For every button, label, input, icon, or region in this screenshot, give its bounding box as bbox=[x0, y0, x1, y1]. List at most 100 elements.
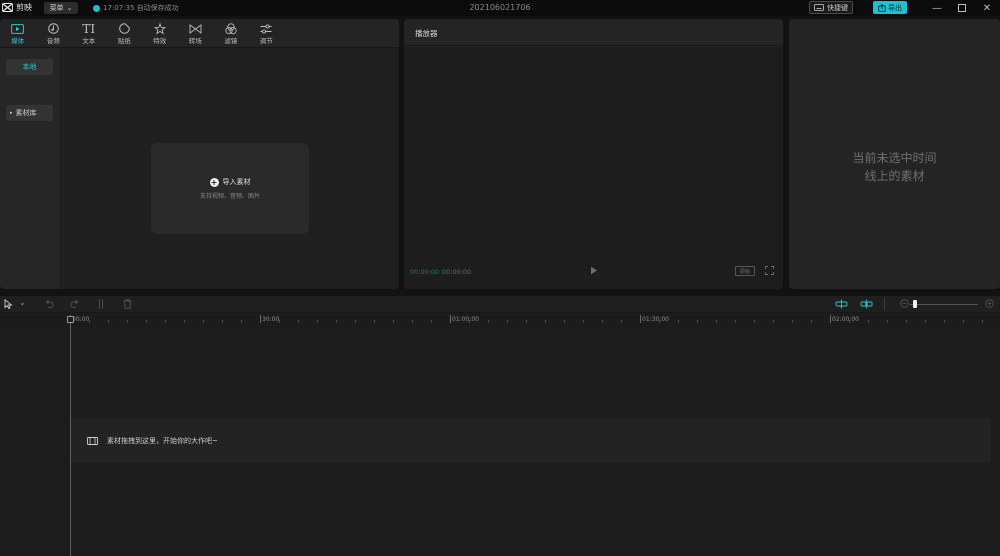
tab-media[interactable]: 媒体 bbox=[0, 19, 36, 47]
export-label: 导出 bbox=[888, 3, 902, 12]
tab-filter[interactable]: 滤镜 bbox=[213, 19, 249, 47]
select-tool-button[interactable] bbox=[4, 298, 13, 311]
effects-icon bbox=[153, 22, 166, 35]
ruler-minor-tick bbox=[355, 320, 356, 323]
tab-effects-label: 特效 bbox=[153, 37, 167, 45]
ruler-minor-tick bbox=[241, 320, 242, 323]
tab-text-label: 文本 bbox=[82, 37, 96, 45]
zoom-out-button[interactable] bbox=[900, 299, 909, 310]
ruler-minor-tick bbox=[963, 320, 964, 323]
minimize-button[interactable]: — bbox=[927, 0, 947, 16]
tab-audio-label: 音频 bbox=[46, 37, 60, 45]
export-button[interactable]: 导出 bbox=[873, 1, 907, 14]
tab-transition[interactable]: 转场 bbox=[178, 19, 214, 47]
ruler-minor-tick bbox=[279, 320, 280, 323]
playhead-handle[interactable] bbox=[67, 316, 74, 323]
ruler-minor-tick bbox=[678, 320, 679, 323]
magnet-snap-icon bbox=[835, 299, 848, 309]
ruler-major-tick bbox=[260, 315, 261, 323]
ruler-minor-tick bbox=[222, 320, 223, 323]
tab-media-label: 媒体 bbox=[11, 37, 25, 45]
ruler-minor-tick bbox=[944, 320, 945, 323]
tab-transition-label: 转场 bbox=[188, 37, 202, 45]
import-label: 导入素材 bbox=[222, 178, 251, 186]
tab-sticker-label: 贴纸 bbox=[117, 37, 131, 45]
tab-audio[interactable]: 音频 bbox=[36, 19, 72, 47]
sidebar-item-local[interactable]: 本地 bbox=[6, 59, 53, 75]
current-time: 00:00:00 bbox=[410, 268, 440, 276]
fullscreen-button[interactable] bbox=[765, 266, 774, 277]
ruler-minor-tick bbox=[89, 320, 90, 323]
timeline-drop-zone[interactable]: 素材拖拽到这里，开始你的大作吧~ bbox=[71, 418, 991, 463]
plus-icon: + bbox=[209, 177, 219, 187]
aspect-ratio-button[interactable]: 原始 bbox=[735, 266, 755, 276]
tab-adjust-label: 调节 bbox=[259, 37, 273, 45]
snap-toggle-button[interactable] bbox=[835, 299, 848, 311]
tab-filter-label: 滤镜 bbox=[224, 37, 238, 45]
shortcut-button[interactable]: 快捷键 bbox=[809, 1, 853, 14]
ruler-minor-tick bbox=[545, 320, 546, 323]
export-icon bbox=[878, 3, 886, 12]
import-button[interactable]: + 导入素材 bbox=[209, 177, 251, 187]
zoom-slider-track[interactable] bbox=[910, 304, 978, 305]
ruler-minor-tick bbox=[431, 320, 432, 323]
player-panel: 播放器 00:00:00 00:00:00 原始 bbox=[404, 19, 783, 289]
ruler-label: 30:00 bbox=[262, 316, 280, 323]
minimize-icon: — bbox=[932, 2, 942, 14]
play-button[interactable] bbox=[590, 266, 598, 277]
tab-text[interactable]: TI 文本 bbox=[71, 19, 107, 47]
timeline-ruler[interactable]: 00:00 30:00 01:00:00 01:30:00 02:00:00 bbox=[0, 314, 1000, 325]
ruler-minor-tick bbox=[925, 320, 926, 323]
ruler-minor-tick bbox=[317, 320, 318, 323]
fullscreen-icon bbox=[765, 266, 774, 275]
close-button[interactable]: ✕ bbox=[977, 0, 997, 16]
import-hint: 支持视频、音频、图片 bbox=[199, 193, 260, 200]
linkage-toggle-button[interactable] bbox=[860, 299, 873, 311]
ruler-minor-tick bbox=[203, 320, 204, 323]
import-drop-area[interactable]: + 导入素材 支持视频、音频、图片 bbox=[151, 143, 309, 234]
maximize-icon bbox=[958, 4, 966, 12]
ruler-minor-tick bbox=[583, 320, 584, 323]
ruler-minor-tick bbox=[374, 320, 375, 323]
zoom-in-button[interactable] bbox=[985, 299, 994, 310]
audio-icon bbox=[47, 23, 59, 34]
ruler-minor-tick bbox=[393, 320, 394, 323]
ruler-minor-tick bbox=[621, 320, 622, 323]
text-icon: TI bbox=[82, 21, 96, 36]
split-button[interactable] bbox=[97, 299, 105, 311]
timeline-toolbar: ⌄ bbox=[0, 296, 1000, 313]
sidebar-item-library[interactable]: ▸ 素材库 bbox=[6, 105, 53, 121]
ruler-label: 01:00:00 bbox=[452, 316, 479, 323]
no-selection-line-2: 线上的素材 bbox=[864, 169, 925, 183]
sticker-icon bbox=[118, 23, 130, 34]
tab-adjust[interactable]: 调节 bbox=[249, 19, 285, 47]
maximize-button[interactable] bbox=[952, 0, 972, 16]
sidebar-item-label: 素材库 bbox=[15, 109, 37, 117]
undo-button[interactable] bbox=[45, 299, 54, 310]
ruler-major-tick bbox=[450, 315, 451, 323]
media-tabbar: 媒体 音频 TI 文本 贴纸 特效 转场 滤镜 调节 bbox=[0, 19, 399, 47]
zoom-out-icon bbox=[900, 299, 909, 308]
tab-sticker[interactable]: 贴纸 bbox=[107, 19, 143, 47]
drop-hint-text: 素材拖拽到这里，开始你的大作吧~ bbox=[107, 436, 218, 445]
attributes-panel: 当前未选中时间 线上的素材 bbox=[789, 19, 1000, 289]
tab-effects[interactable]: 特效 bbox=[142, 19, 178, 47]
ruler-minor-tick bbox=[127, 320, 128, 323]
ruler-label: 02:00:00 bbox=[832, 316, 859, 323]
link-track-icon bbox=[860, 299, 873, 309]
ruler-minor-tick bbox=[602, 320, 603, 323]
ruler-minor-tick bbox=[526, 320, 527, 323]
title-bar: 剪映 菜单 ⌄ 17:07:35 自动保存成功 202106021706 快捷键… bbox=[0, 0, 1000, 16]
select-mode-dropdown[interactable]: ⌄ bbox=[19, 298, 26, 307]
undo-icon bbox=[45, 299, 54, 308]
ruler-label: 00:00 bbox=[72, 316, 90, 323]
redo-button[interactable] bbox=[70, 299, 79, 310]
shortcut-label: 快捷键 bbox=[827, 3, 848, 12]
zoom-slider-handle[interactable] bbox=[913, 300, 917, 308]
delete-button[interactable] bbox=[123, 299, 132, 311]
ruler-minor-tick bbox=[165, 320, 166, 323]
ruler-minor-tick bbox=[412, 320, 413, 323]
ruler-minor-tick bbox=[488, 320, 489, 323]
ruler-minor-tick bbox=[849, 320, 850, 323]
caret-right-icon: ▸ bbox=[10, 110, 13, 116]
